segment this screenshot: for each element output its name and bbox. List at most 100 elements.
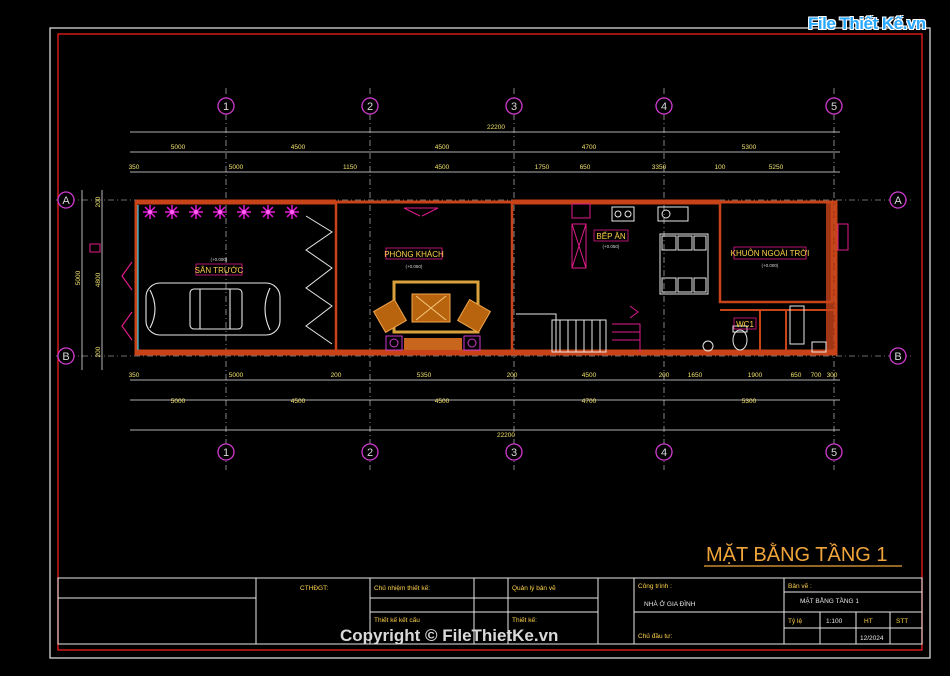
dim-top-detail: 1150: [343, 164, 357, 171]
dining-table: [659, 233, 709, 295]
dim-bottom-detail: 1650: [688, 372, 703, 379]
svg-text:2: 2: [367, 447, 373, 459]
level-khuon-ngoai-troi: (+0.000): [762, 263, 779, 268]
axis-bubble-2: 2: [361, 97, 379, 115]
dim-top-span: 5300: [742, 144, 757, 151]
wc-fixtures: [702, 305, 827, 353]
dim-top-total: 22200: [487, 124, 505, 131]
dim-bottom-detail: 200: [507, 372, 518, 379]
dim-top-detail: 100: [715, 164, 726, 171]
dim-top-detail: 350: [129, 164, 140, 171]
tb-stt: STT: [896, 618, 908, 625]
sheet-title: MẶT BẰNG TẦNG 1: [706, 542, 888, 566]
watermark-logo: File Thiết Kế.vn: [808, 14, 926, 33]
living-door: [403, 207, 439, 217]
dim-bottom-span: 4500: [291, 398, 306, 405]
plant-icon: [213, 205, 227, 219]
dim-bottom-detail: 200: [659, 372, 670, 379]
tb-ty-le-label: Tỷ lệ: [788, 618, 802, 625]
level-san-truoc: (+0.000): [211, 257, 228, 262]
plants-row: [143, 205, 299, 219]
axis-bubble-4: 4: [655, 443, 673, 461]
axis-bubble-4: 4: [655, 97, 673, 115]
dim-top-detail: 5250: [769, 164, 784, 171]
svg-text:1: 1: [223, 447, 229, 459]
svg-text:4: 4: [661, 101, 667, 113]
dim-top-detail: 650: [580, 164, 591, 171]
dim-top-detail: 3350: [652, 164, 667, 171]
level-phong-khach: (+0.050): [406, 264, 423, 269]
axis-bubble-1: 1: [217, 443, 235, 461]
svg-text:3: 3: [511, 101, 517, 113]
plant-icon: [143, 205, 157, 219]
label-bep-an: BẾP ĂN: [596, 231, 625, 241]
svg-text:4: 4: [661, 447, 667, 459]
tb-cong-trinh-label: Công trình :: [638, 583, 672, 590]
axis-bubble-A: A: [57, 191, 75, 209]
tb-chu-nhiem: Chủ nhiệm thiết kế:: [374, 583, 430, 592]
dim-bottom-detail: 300: [827, 372, 838, 379]
axis-bubble-B: B: [889, 347, 907, 365]
dim-top-span: 4500: [435, 144, 450, 151]
dim-left: 200: [95, 346, 102, 357]
dim-bottom-detail: 650: [791, 372, 802, 379]
tb-date: 12/2024: [860, 635, 884, 642]
dim-bottom-total: 22200: [497, 432, 515, 439]
svg-text:1: 1: [223, 101, 229, 113]
dim-top-detail: 4500: [435, 164, 450, 171]
dim-bottom-detail: 5350: [417, 372, 432, 379]
dim-left: 4800: [95, 272, 102, 287]
watermark-copyright: Copyright © FileThietKe.vn: [340, 626, 559, 645]
plant-icon: [237, 205, 251, 219]
cad-drawing-canvas: SÂN TRƯỚC (+0.000) PHÒNG KHÁCH (+0.050) …: [0, 0, 950, 671]
tb-thiet-ke: Thiết kế:: [512, 615, 537, 624]
svg-text:2: 2: [367, 101, 373, 113]
room-labels: SÂN TRƯỚC (+0.000) PHÒNG KHÁCH (+0.050) …: [195, 229, 810, 330]
walls: [134, 199, 838, 356]
dim-left: 200: [95, 196, 102, 207]
axis-bubble-5: 5: [825, 443, 843, 461]
axis-bubble-3: 3: [505, 97, 523, 115]
dim-bottom-detail: 200: [331, 372, 342, 379]
svg-text:A: A: [62, 195, 70, 207]
svg-text:A: A: [894, 195, 902, 207]
tb-thiet-ke-ket-cau: Thiết kế kết cấu: [374, 615, 420, 624]
tb-cthdgt: CTHĐGT:: [300, 585, 328, 592]
dim-bottom-detail: 1900: [748, 372, 763, 379]
plant-icon: [189, 205, 203, 219]
dim-top-span: 5000: [171, 144, 186, 151]
axis-bubble-2: 2: [361, 443, 379, 461]
tb-chu-dau-tu: Chủ đầu tư:: [638, 631, 673, 640]
staircase: [516, 305, 641, 353]
dim-top-span: 4500: [291, 144, 306, 151]
axis-bubble-5: 5: [825, 97, 843, 115]
folding-door: [305, 215, 333, 345]
tb-ty-le-value: 1:100: [826, 618, 843, 625]
svg-text:5: 5: [831, 101, 837, 113]
dim-bottom-detail: 700: [811, 372, 822, 379]
dim-top-span: 4700: [582, 144, 597, 151]
tb-ban-ve-label: Bản vẽ :: [788, 583, 812, 590]
floor-plan-svg: SÂN TRƯỚC (+0.000) PHÒNG KHÁCH (+0.050) …: [49, 27, 931, 659]
tb-ht: HT: [864, 618, 873, 625]
svg-text:5: 5: [831, 447, 837, 459]
axis-bubble-3: 3: [505, 443, 523, 461]
tb-cong-trinh-value: NHÀ Ở GIA ĐÌNH: [644, 599, 696, 608]
dim-bottom-detail: 5000: [229, 372, 244, 379]
axis-bubble-1: 1: [217, 97, 235, 115]
dim-bottom-span: 4500: [435, 398, 450, 405]
label-khuon-ngoai-troi: KHUÔN NGOÀI TRỜI: [731, 249, 810, 258]
car-icon: [145, 282, 281, 336]
sofa-set: [372, 280, 492, 351]
label-san-truoc: SÂN TRƯỚC: [195, 266, 244, 275]
label-phong-khach: PHÒNG KHÁCH: [384, 250, 444, 259]
axis-bubble-B: B: [57, 347, 75, 365]
dim-left: 5000: [75, 270, 82, 285]
dim-bottom-span: 5300: [742, 398, 757, 405]
svg-text:B: B: [62, 351, 69, 363]
plant-icon: [261, 205, 275, 219]
dim-top-detail: 1750: [535, 164, 550, 171]
label-wc1: WC1: [736, 320, 754, 329]
tb-quan-ly: Quản lý bản vẽ: [512, 585, 556, 592]
dim-bottom-detail: 4500: [582, 372, 597, 379]
